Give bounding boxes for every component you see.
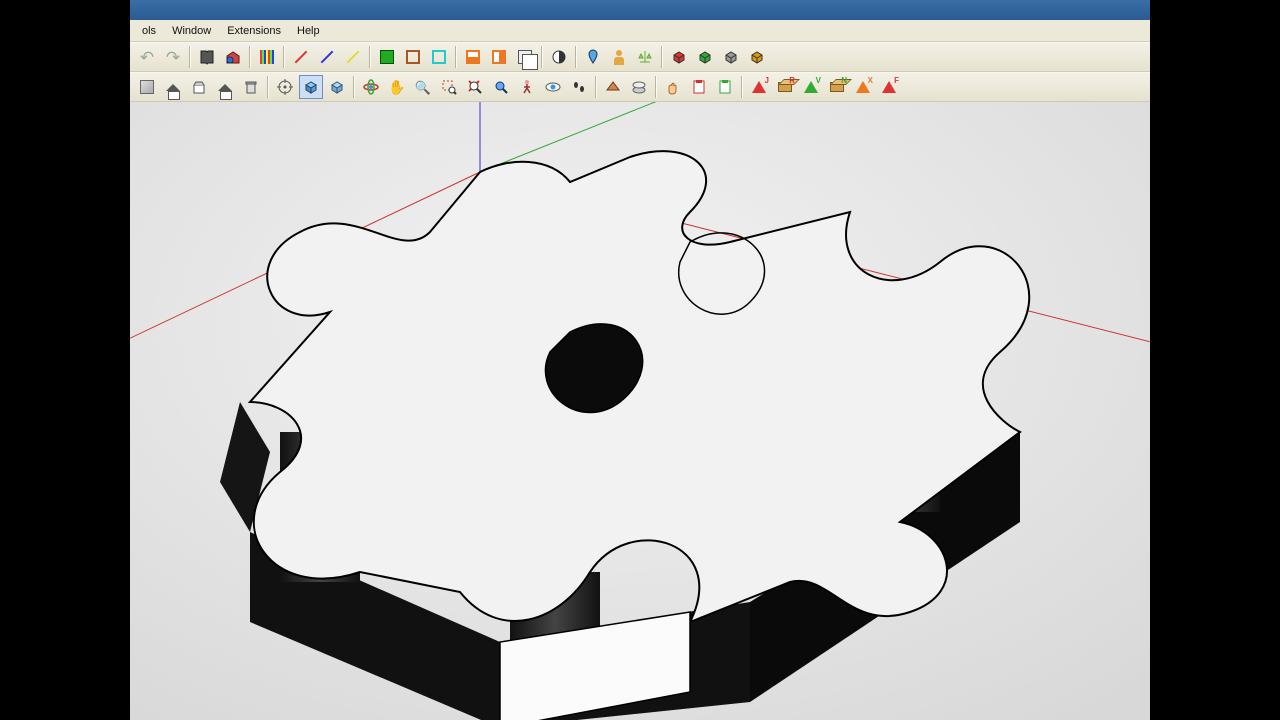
split-v-icon[interactable] bbox=[487, 45, 511, 69]
target-icon[interactable] bbox=[273, 75, 297, 99]
balance-icon[interactable] bbox=[633, 45, 657, 69]
home-outline-icon[interactable] bbox=[213, 75, 237, 99]
box-open-icon[interactable] bbox=[187, 75, 211, 99]
person-icon[interactable] bbox=[607, 45, 631, 69]
trash-icon[interactable] bbox=[239, 75, 263, 99]
zoom-extents-icon[interactable] bbox=[463, 75, 487, 99]
menubar: ols Window Extensions Help bbox=[130, 20, 1150, 42]
contrast-icon[interactable] bbox=[547, 45, 571, 69]
footprints-icon[interactable] bbox=[567, 75, 591, 99]
component-red-icon[interactable] bbox=[667, 45, 691, 69]
blue-line-icon[interactable] bbox=[315, 45, 339, 69]
brown-outline-icon[interactable] bbox=[401, 45, 425, 69]
toolbar-row-1: ↶↷ bbox=[130, 42, 1150, 72]
zoom-icon[interactable]: 🔍 bbox=[411, 75, 435, 99]
walk-icon[interactable] bbox=[515, 75, 539, 99]
toolbar-separator bbox=[541, 46, 543, 68]
package-icon[interactable] bbox=[135, 75, 159, 99]
book-icon[interactable] bbox=[195, 45, 219, 69]
home-view-icon[interactable] bbox=[161, 75, 185, 99]
component-gold-icon[interactable] bbox=[745, 45, 769, 69]
redo-icon[interactable]: ↷ bbox=[161, 45, 185, 69]
pointer-geo-icon[interactable] bbox=[581, 45, 605, 69]
grab-icon[interactable] bbox=[661, 75, 685, 99]
toolbar-separator bbox=[249, 46, 251, 68]
toolbar-separator bbox=[595, 76, 597, 98]
menu-tools[interactable]: ols bbox=[134, 23, 164, 39]
warehouse-icon[interactable] bbox=[221, 45, 245, 69]
eye-icon[interactable] bbox=[541, 75, 565, 99]
undo-icon[interactable]: ↶ bbox=[135, 45, 159, 69]
toolbar-separator bbox=[267, 76, 269, 98]
component-grey-icon[interactable] bbox=[719, 45, 743, 69]
section-display-icon[interactable] bbox=[627, 75, 651, 99]
zoom-window-icon[interactable] bbox=[437, 75, 461, 99]
toolbar-separator bbox=[661, 46, 663, 68]
axes-x-icon[interactable]: X bbox=[851, 75, 875, 99]
component-green-icon[interactable] bbox=[693, 45, 717, 69]
clipboard-red-icon[interactable] bbox=[687, 75, 711, 99]
axes-r-icon[interactable]: R bbox=[773, 75, 797, 99]
toolbar-separator bbox=[655, 76, 657, 98]
red-line-icon[interactable] bbox=[289, 45, 313, 69]
copy-icon[interactable] bbox=[513, 45, 537, 69]
split-h-icon[interactable] bbox=[461, 45, 485, 69]
toolbar-separator bbox=[575, 46, 577, 68]
axes-f-icon[interactable]: F bbox=[877, 75, 901, 99]
toolbar-separator bbox=[353, 76, 355, 98]
titlebar[interactable] bbox=[130, 0, 1150, 20]
iso-view-icon[interactable] bbox=[299, 75, 323, 99]
rainbow-stripes-icon[interactable] bbox=[255, 45, 279, 69]
axes-n-icon[interactable]: N bbox=[825, 75, 849, 99]
axes-j-icon[interactable]: J bbox=[747, 75, 771, 99]
toolbars: ↶↷ ✋🔍 JRVNXF bbox=[130, 42, 1150, 102]
menu-extensions[interactable]: Extensions bbox=[219, 23, 289, 39]
orbit-icon[interactable] bbox=[359, 75, 383, 99]
pan-icon[interactable]: ✋ bbox=[385, 75, 409, 99]
toolbar-separator bbox=[189, 46, 191, 68]
toolbar-separator bbox=[369, 46, 371, 68]
cube-view-icon[interactable] bbox=[325, 75, 349, 99]
section-plane-icon[interactable] bbox=[601, 75, 625, 99]
application-window: ols Window Extensions Help ↶↷ ✋🔍 JRVNXF bbox=[130, 0, 1150, 720]
menu-help[interactable]: Help bbox=[289, 23, 328, 39]
menu-window[interactable]: Window bbox=[164, 23, 219, 39]
zoom-blue-icon[interactable] bbox=[489, 75, 513, 99]
toolbar-row-2: ✋🔍 JRVNXF bbox=[130, 72, 1150, 102]
toolbar-separator bbox=[741, 76, 743, 98]
cyan-outline-icon[interactable] bbox=[427, 45, 451, 69]
viewport-3d[interactable] bbox=[130, 102, 1150, 720]
clipboard-green-icon[interactable] bbox=[713, 75, 737, 99]
green-fill-icon[interactable] bbox=[375, 45, 399, 69]
toolbar-separator bbox=[283, 46, 285, 68]
axes-v-icon[interactable]: V bbox=[799, 75, 823, 99]
toolbar-separator bbox=[455, 46, 457, 68]
yellow-line-icon[interactable] bbox=[341, 45, 365, 69]
